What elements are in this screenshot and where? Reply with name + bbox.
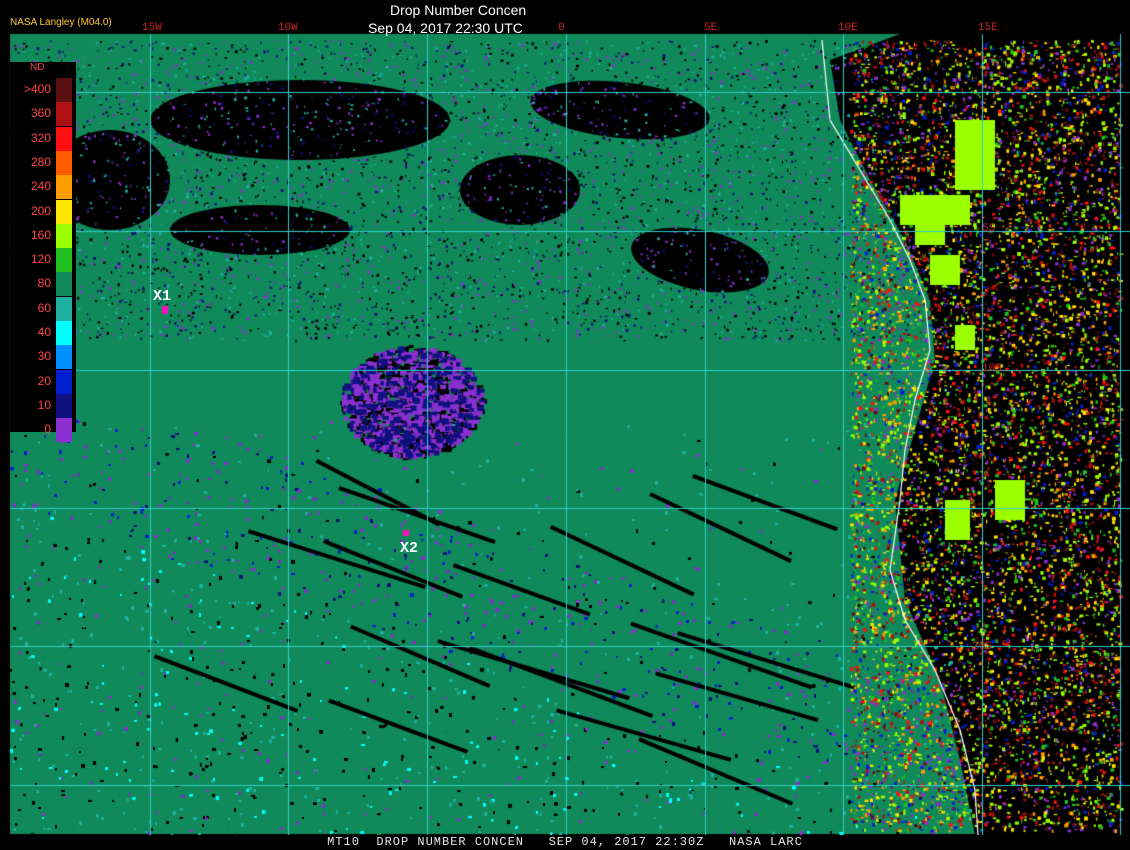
legend-swatch bbox=[56, 78, 72, 102]
legend-label: 60 bbox=[37, 300, 51, 315]
lon-label-10e: 10E bbox=[838, 22, 858, 34]
point-x1-label: X1 bbox=[153, 288, 172, 305]
legend-swatch bbox=[56, 393, 72, 418]
map-title: Drop Number Concen bbox=[390, 2, 527, 18]
legend-label: 30 bbox=[37, 349, 51, 364]
legend-label: 280 bbox=[30, 154, 51, 169]
legend-label: 200 bbox=[30, 203, 51, 218]
product-label: NASA Langley (M04.0) bbox=[10, 17, 112, 28]
legend-swatch bbox=[56, 272, 72, 297]
legend-swatch bbox=[56, 223, 72, 248]
legend-label: 240 bbox=[30, 179, 51, 194]
legend-swatch bbox=[56, 199, 72, 224]
legend-swatch bbox=[56, 418, 72, 443]
color-legend: ND >400 360 320 280 240 200 160 120 80 60 40 30 20 10… bbox=[10, 62, 76, 443]
lat-label-5s: 5S bbox=[982, 223, 996, 235]
legend-label: 120 bbox=[30, 252, 51, 267]
legend-label: 0 bbox=[44, 422, 51, 437]
lat-label-20s: 20S bbox=[972, 641, 992, 653]
lat-label-10s: 10S bbox=[982, 363, 1002, 375]
lon-label-5e: 5E bbox=[704, 22, 718, 34]
legend-swatch bbox=[56, 102, 72, 127]
legend-swatch bbox=[56, 150, 72, 175]
legend-swatch bbox=[56, 175, 72, 200]
map-datetime: Sep 04, 2017 22:30 UTC bbox=[368, 20, 523, 36]
point-x2-label: X2 bbox=[400, 540, 419, 557]
legend-label: 20 bbox=[37, 373, 51, 388]
lon-label-10w: 10W bbox=[278, 22, 298, 34]
legend-label: 80 bbox=[37, 276, 51, 291]
legend-swatch bbox=[56, 248, 72, 273]
lon-label-15w: 15W bbox=[142, 22, 162, 34]
legend-label: 320 bbox=[30, 130, 51, 145]
legend-swatch bbox=[56, 321, 72, 345]
lon-label-0: 0 bbox=[558, 22, 565, 34]
legend-swatch bbox=[56, 345, 72, 370]
cloud-drop-number-map bbox=[0, 0, 1130, 850]
legend-swatch bbox=[56, 126, 72, 151]
legend-swatch bbox=[56, 296, 72, 321]
lon-label-15e: 15E bbox=[978, 22, 998, 34]
legend-unit: ND bbox=[30, 62, 45, 73]
legend-label: 40 bbox=[37, 325, 51, 339]
legend-label: 360 bbox=[30, 106, 51, 121]
legend-swatch bbox=[56, 369, 72, 394]
legend-label: >400 bbox=[23, 82, 51, 96]
legend-label: 160 bbox=[30, 227, 51, 242]
legend-label: 10 bbox=[37, 397, 51, 412]
footer-caption: MT10 DROP NUMBER CONCEN SEP 04, 2017 22:… bbox=[0, 835, 1130, 850]
